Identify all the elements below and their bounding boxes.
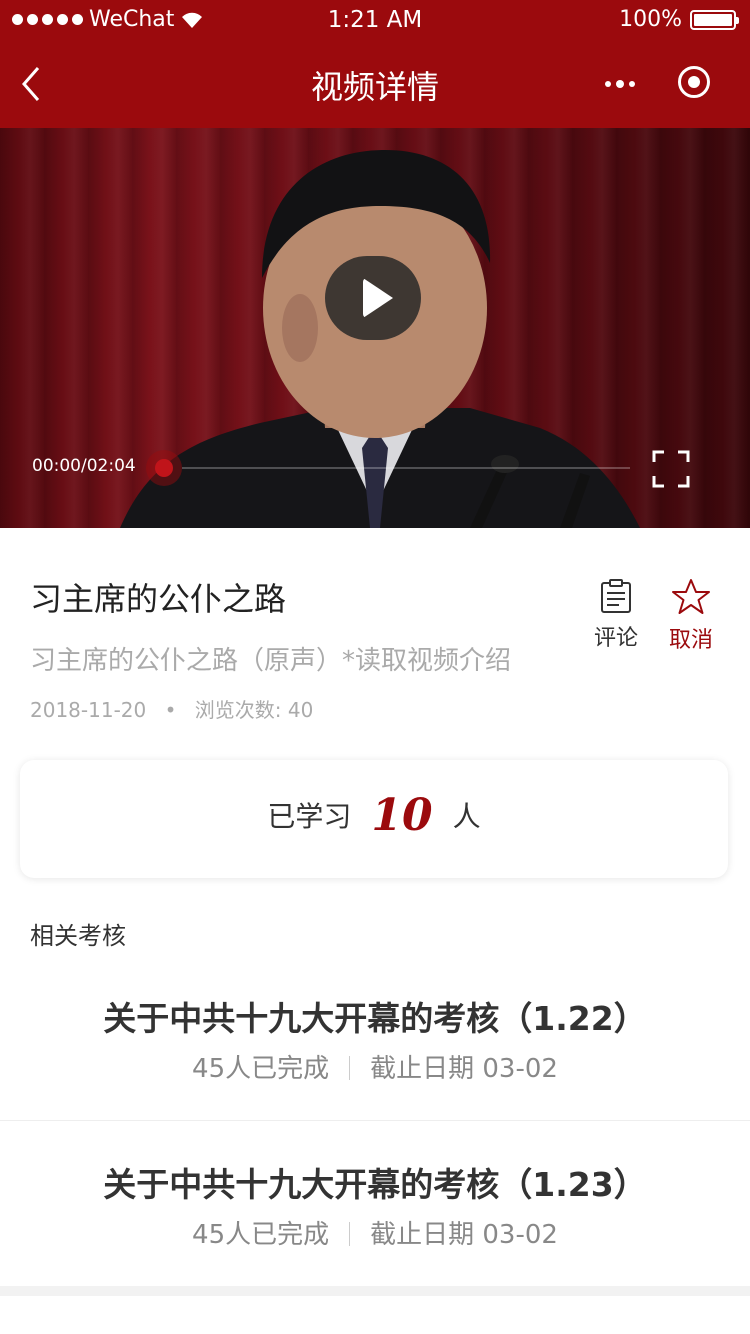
comment-label: 评论 [593, 626, 638, 651]
learned-count: 10 [371, 790, 433, 841]
star-icon [672, 579, 710, 614]
exam-title: 关于中共十九大开幕的考核（1.23） [103, 1165, 647, 1204]
status-bar: WeChat 1:21 AM 100% [0, 0, 750, 40]
more-icon[interactable] [600, 62, 640, 106]
bottom-band [0, 1286, 750, 1296]
learned-text: 已学习 10 人 [20, 790, 728, 841]
exam-completed: 45人已完成 [192, 1220, 330, 1250]
exam-meta: 45人已完成 截止日期 03-02 [0, 1214, 750, 1251]
nav-bar: 视频详情 [0, 40, 750, 128]
favorite-button[interactable]: 取消 [661, 578, 721, 654]
exam-deadline: 截止日期 03-02 [370, 1054, 558, 1084]
video-date: 2018-11-20 [30, 698, 147, 722]
exam-deadline: 截止日期 03-02 [370, 1220, 558, 1250]
learned-prefix: 已学习 [267, 800, 352, 833]
list-item[interactable]: 关于中共十九大开幕的考核（1.22） 45人已完成 截止日期 03-02 [0, 992, 750, 1085]
video-views: 浏览次数: 40 [194, 698, 314, 722]
meta-bullet: • [164, 698, 177, 722]
comment-button[interactable]: 评论 [586, 578, 646, 652]
video-title: 习主席的公仆之路 [30, 580, 287, 618]
target-icon[interactable] [678, 66, 710, 98]
video-time: 00:00/02:04 [32, 456, 136, 476]
exam-meta: 45人已完成 截止日期 03-02 [0, 1048, 750, 1085]
divider [0, 1120, 750, 1121]
fullscreen-icon[interactable] [652, 450, 690, 488]
top-bar: WeChat 1:21 AM 100% 视频详情 [0, 0, 750, 128]
video-description: 习主席的公仆之路（原声）*读取视频介绍 [30, 646, 512, 676]
exam-title: 关于中共十九大开幕的考核（1.22） [103, 999, 647, 1038]
divider [349, 1056, 351, 1080]
comment-icon [601, 579, 631, 613]
battery-icon [690, 9, 739, 30]
divider [349, 1222, 351, 1246]
learned-card: 已学习 10 人 [20, 760, 728, 878]
list-item[interactable]: 关于中共十九大开幕的考核（1.23） 45人已完成 截止日期 03-02 [0, 1158, 750, 1251]
learned-suffix: 人 [452, 800, 481, 833]
video-player[interactable]: 00:00/02:04 [0, 128, 750, 528]
play-icon[interactable] [325, 256, 421, 340]
battery-percent: 100% [619, 7, 682, 32]
exam-completed: 45人已完成 [192, 1054, 330, 1084]
video-meta: 2018-11-20 • 浏览次数: 40 [30, 694, 313, 723]
favorite-label: 取消 [668, 628, 713, 653]
related-section-title: 相关考核 [30, 922, 126, 950]
video-progress-handle[interactable] [146, 450, 182, 486]
video-progress-track[interactable] [182, 467, 630, 469]
status-right: 100% [619, 7, 739, 32]
